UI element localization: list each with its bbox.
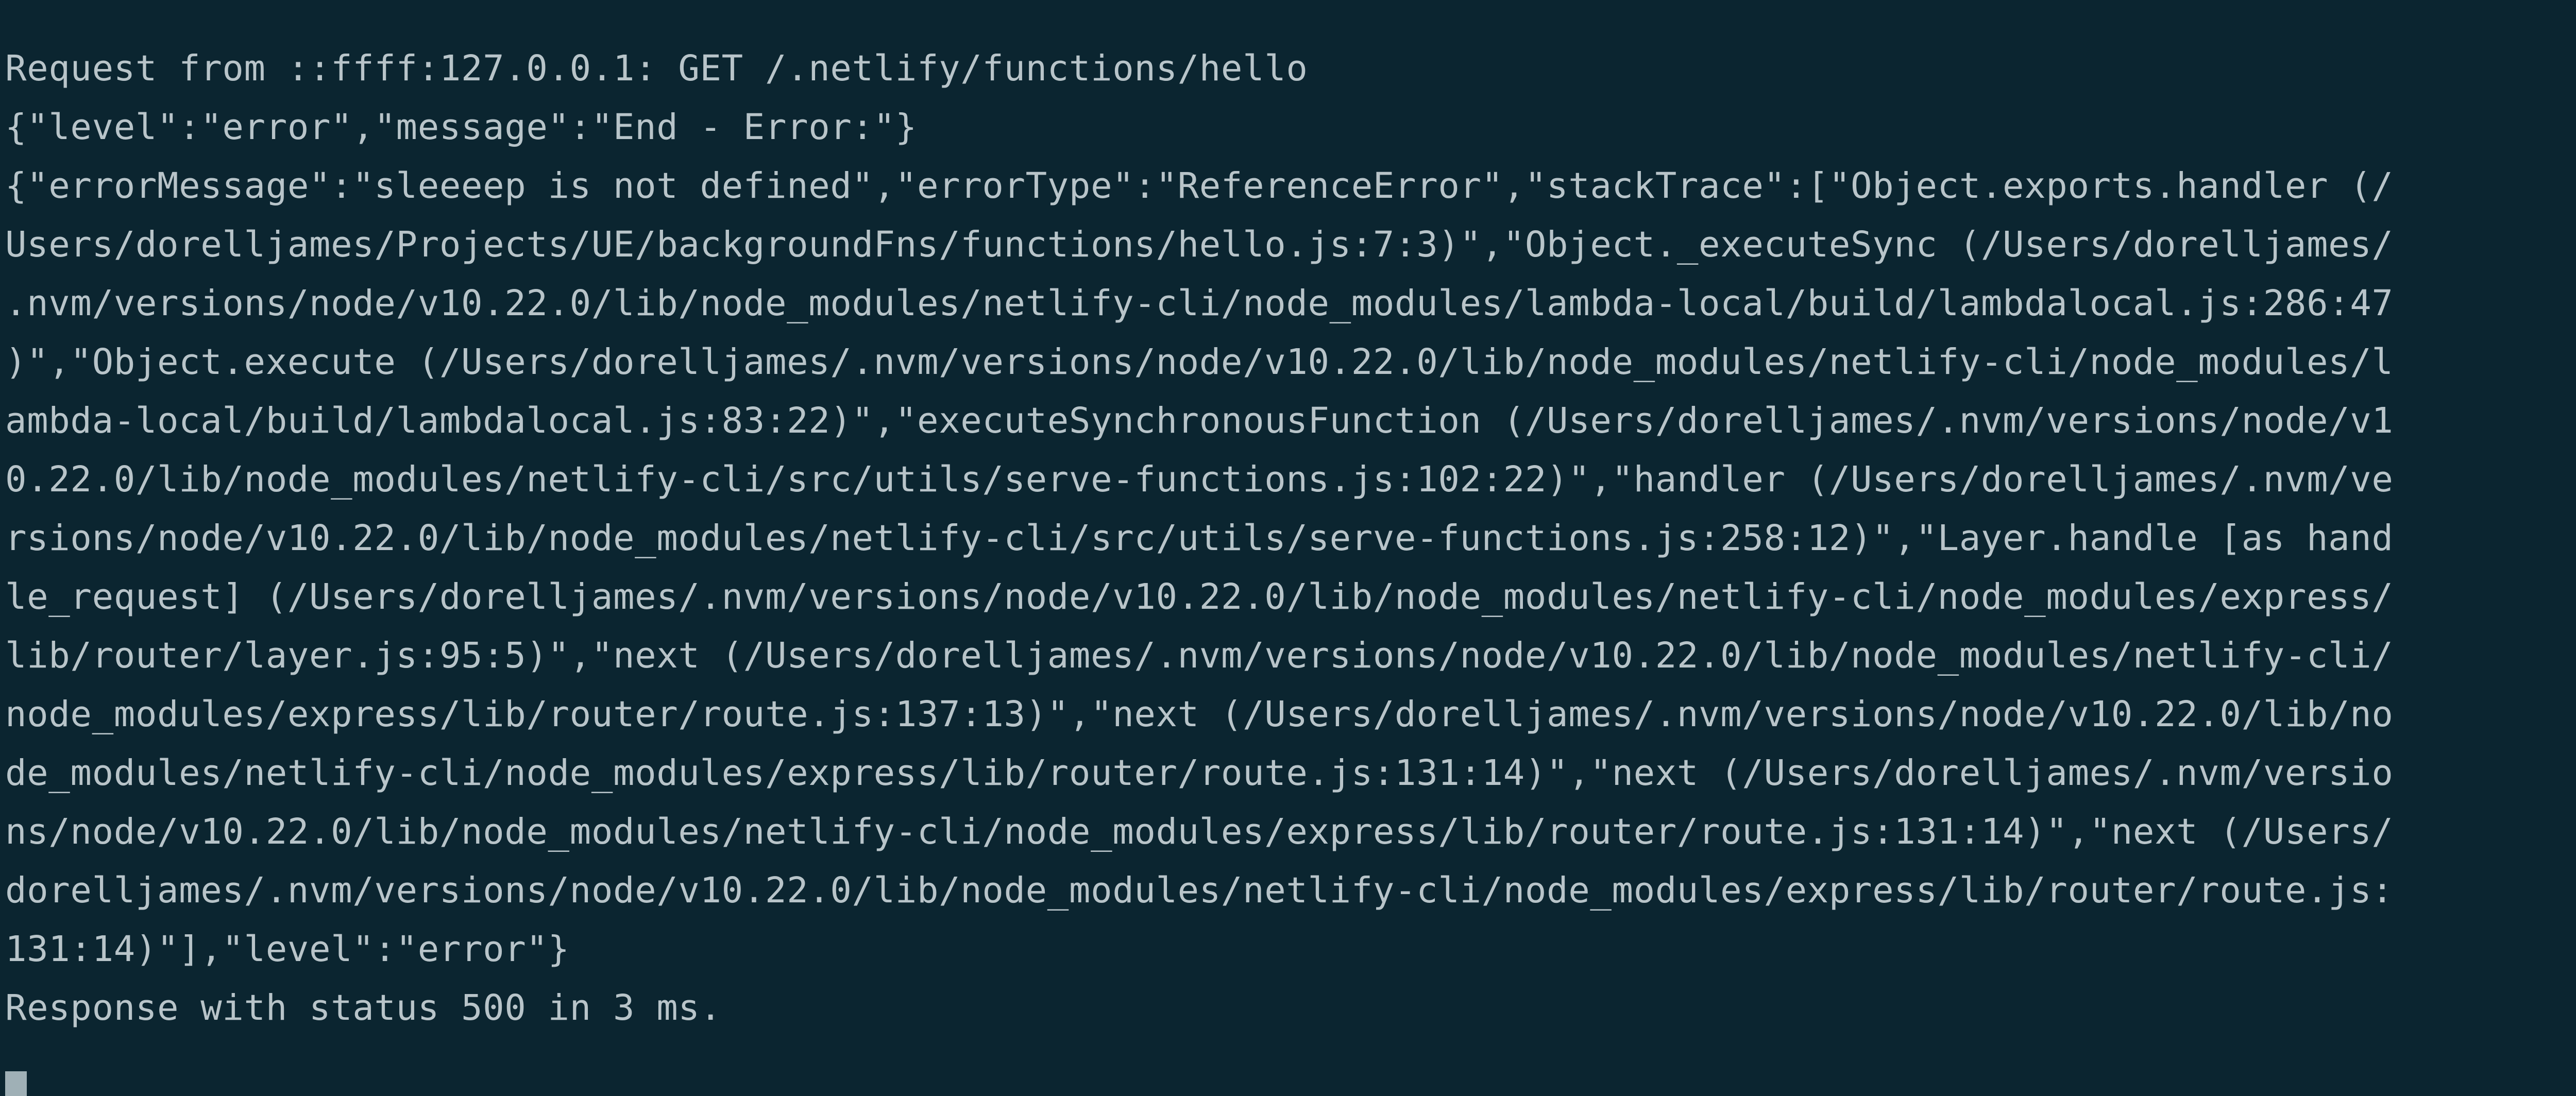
log-line-stacktrace: dorelljames/.nvm/versions/node/v10.22.0/… bbox=[5, 870, 2394, 911]
log-line-stacktrace: ns/node/v10.22.0/lib/node_modules/netlif… bbox=[5, 811, 2394, 852]
log-line-stacktrace: ambda-local/build/lambdalocal.js:83:22)"… bbox=[5, 400, 2394, 441]
log-line-stacktrace: Users/dorelljames/Projects/UE/background… bbox=[5, 224, 2394, 265]
terminal-window[interactable]: Request from ::ffff:127.0.0.1: GET /.net… bbox=[0, 0, 2576, 1096]
log-line-stacktrace: 0.22.0/lib/node_modules/netlify-cli/src/… bbox=[5, 459, 2394, 500]
log-line-stacktrace-end: 131:14)"],"level":"error"} bbox=[5, 929, 570, 970]
log-line-stacktrace: node_modules/express/lib/router/route.js… bbox=[5, 694, 2394, 735]
log-line-stacktrace: {"errorMessage":"sleeeep is not defined"… bbox=[5, 165, 2394, 207]
log-line-stacktrace: le_request] (/Users/dorelljames/.nvm/ver… bbox=[5, 576, 2394, 618]
log-line-stacktrace: de_modules/netlify-cli/node_modules/expr… bbox=[5, 752, 2394, 794]
log-line-stacktrace: lib/router/layer.js:95:5)","next (/Users… bbox=[5, 635, 2394, 676]
terminal-cursor bbox=[5, 1071, 27, 1096]
log-line-stacktrace: rsions/node/v10.22.0/lib/node_modules/ne… bbox=[5, 518, 2394, 559]
log-line-stacktrace: .nvm/versions/node/v10.22.0/lib/node_mod… bbox=[5, 283, 2394, 324]
log-line-stacktrace: )","Object.execute (/Users/dorelljames/.… bbox=[5, 341, 2394, 383]
log-line-request: Request from ::ffff:127.0.0.1: GET /.net… bbox=[5, 48, 1308, 89]
log-line-error-message: {"level":"error","message":"End - Error:… bbox=[5, 107, 917, 148]
prompt-line[interactable] bbox=[5, 1037, 2576, 1096]
log-line-response-status: Response with status 500 in 3 ms. bbox=[5, 987, 722, 1029]
